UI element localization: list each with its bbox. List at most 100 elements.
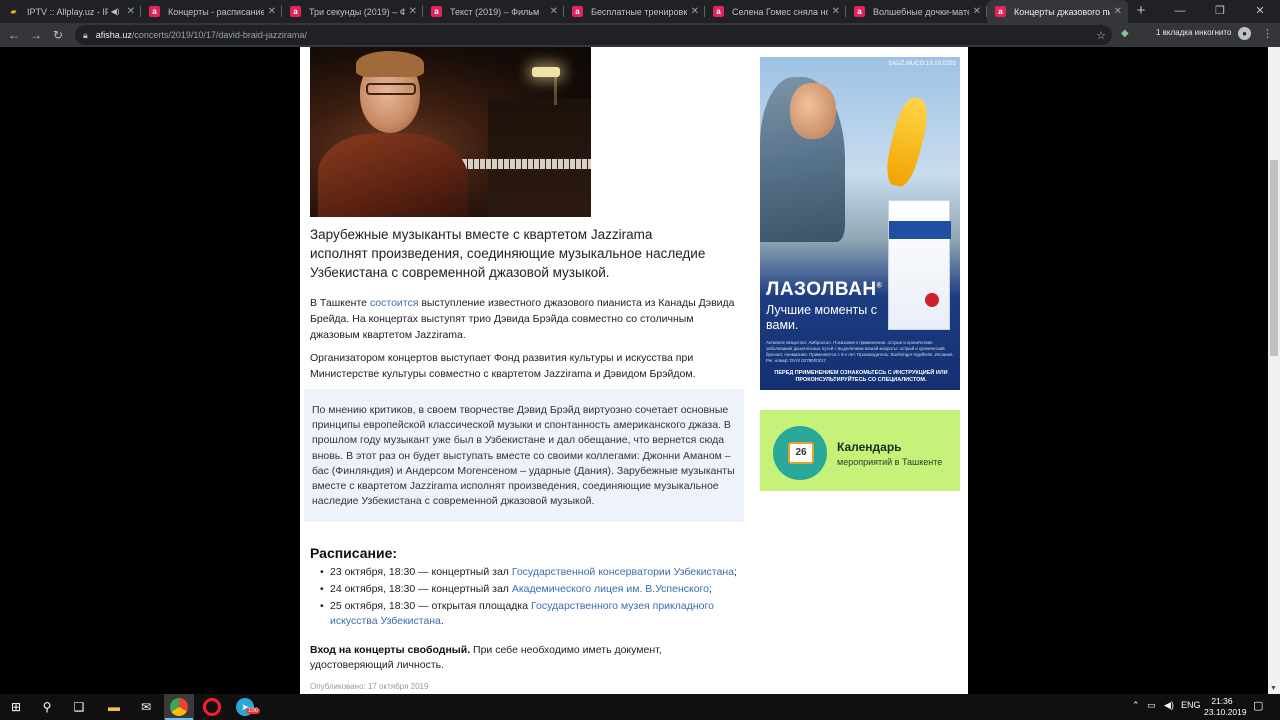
schedule-date: 25 октября, 18:30 — открытая площадка <box>330 600 531 612</box>
afisha-icon: a <box>290 6 301 17</box>
close-icon[interactable]: ✕ <box>409 6 417 17</box>
schedule-date: 23 октября, 18:30 — концертный зал <box>330 566 512 578</box>
afisha-icon: a <box>854 6 865 17</box>
ad-berry-shape <box>925 293 939 307</box>
scrollbar[interactable]: ▼ <box>1268 47 1280 694</box>
schedule-date: 24 октября, 18:30 — концертный зал <box>330 583 512 595</box>
schedule-item: 24 октября, 18:30 — концертный зал Акаде… <box>320 582 740 597</box>
close-icon[interactable]: ✕ <box>550 6 558 17</box>
afisha-icon: a <box>431 6 442 17</box>
afisha-icon: a <box>995 6 1006 17</box>
reload-icon[interactable]: ↻ <box>47 28 69 42</box>
close-icon[interactable]: ✕ <box>1114 6 1122 17</box>
quote-block: По мнению критиков, в своем творчестве Д… <box>304 389 744 522</box>
taskbar: ⊞ ⚲ ❑ ▬ ✉ ➤ 100 ⌃ ▭ ◀) ENG 21:36 23.10.2… <box>0 694 1280 720</box>
clock[interactable]: 21:36 23.10.2019 <box>1204 696 1247 718</box>
ad-box-stripe <box>889 221 951 239</box>
entry-note-bold: Вход на концерты свободный. <box>310 644 471 656</box>
new-tab-button[interactable]: + <box>1128 0 1154 23</box>
minimize-icon[interactable]: — <box>1160 0 1200 23</box>
tab-label: Бесплатные тренировки о <box>591 6 687 17</box>
extension-icon[interactable]: ◆ <box>1121 28 1129 39</box>
browser-tab[interactable]: a Бесплатные тренировки о ✕ <box>564 0 705 23</box>
task-view-icon[interactable]: ❑ <box>70 698 88 716</box>
speaker-icon[interactable]: ◀) <box>111 7 120 16</box>
mail-icon[interactable]: ✉ <box>137 698 155 716</box>
schedule-list: 23 октября, 18:30 — концертный зал Госуд… <box>320 565 740 631</box>
ad-brand: ЛАЗОЛВАН® <box>766 279 883 300</box>
incognito-label[interactable]: 1 вкладка инкогнито <box>1156 28 1231 37</box>
volume-icon[interactable]: ◀) <box>1164 700 1174 711</box>
tab-label: Волшебные дочки-матер <box>873 6 969 17</box>
ad-banner[interactable]: SAUZ.MUCO.19.10.0291 ЛАЗОЛВАН® Лучшие мо… <box>760 57 960 390</box>
restore-icon[interactable]: ❐ <box>1200 0 1240 23</box>
forward-icon[interactable]: → <box>25 28 47 42</box>
calendar-icon: 26 <box>788 442 814 464</box>
article-paragraph: В Ташкенте состоится выступление известн… <box>310 295 742 343</box>
schedule-title: Расписание: <box>310 545 398 561</box>
venue-link[interactable]: Академического лицея им. В.Успенского <box>512 583 709 595</box>
url-path: /concerts/2019/10/17/david-braid-jazzira… <box>131 30 307 40</box>
network-icon[interactable]: ▭ <box>1147 700 1156 711</box>
address-bar[interactable]: 🔒︎ afisha.uz/concerts/2019/10/17/david-b… <box>75 25 1112 45</box>
bookmark-star-icon[interactable]: ☆ <box>1096 29 1106 42</box>
ad-slogan: Лучшие моменты с вами. <box>766 303 877 332</box>
tab-label: Концерты джазового пиан <box>1014 6 1110 17</box>
article-column: Зарубежные музыканты вместе с квартетом … <box>300 47 968 694</box>
browser-tab[interactable]: a Концерты - расписание к ✕ <box>141 0 282 23</box>
article-link[interactable]: состоится <box>370 297 418 309</box>
browser-tab[interactable]: a Текст (2019) – Фильм ✕ <box>423 0 564 23</box>
close-icon[interactable]: ✕ <box>973 6 981 17</box>
menu-icon[interactable]: ⋮ <box>1262 27 1273 40</box>
browser-tab[interactable]: a Селена Гомес сняла новы ✕ <box>705 0 846 23</box>
iptv-icon: ▰ <box>10 7 17 16</box>
lock-icon[interactable]: 🔒︎ <box>83 30 88 41</box>
ad-skater-shape <box>881 94 933 190</box>
telegram-badge: 100 <box>246 708 261 714</box>
scrollbar-thumb[interactable] <box>1270 160 1278 356</box>
lamp-arm-shape <box>554 75 557 105</box>
schedule-punct: ; <box>733 566 737 578</box>
lamp-shape <box>532 67 560 77</box>
opera-icon[interactable] <box>203 698 221 716</box>
search-icon[interactable]: ⚲ <box>38 698 56 716</box>
entry-note: Вход на концерты свободный. При себе нео… <box>310 643 742 673</box>
hair-shape <box>356 51 424 77</box>
window-close-icon[interactable]: ✕ <box>1240 0 1280 23</box>
ad-face-shape <box>790 83 836 139</box>
browser-tab[interactable]: a Три секунды (2019) – Фил ✕ <box>282 0 423 23</box>
close-icon[interactable]: ✕ <box>832 6 840 17</box>
url-host: afisha.uz <box>95 30 132 40</box>
browser-tab-active[interactable]: a Концерты джазового пиан ✕ <box>987 0 1128 23</box>
back-icon[interactable]: ← <box>3 28 25 42</box>
windows-start-icon[interactable]: ⊞ <box>7 698 25 716</box>
ad-product-box <box>888 200 951 330</box>
file-explorer-icon[interactable]: ▬ <box>105 698 123 716</box>
calendar-banner[interactable]: 26 Календарь мероприятий в Ташкенте <box>760 410 960 491</box>
calendar-subtitle: мероприятий в Ташкенте <box>837 457 943 467</box>
language-indicator[interactable]: ENG <box>1181 700 1201 710</box>
clock-date: 23.10.2019 <box>1204 707 1247 717</box>
scroll-down-arrow-icon[interactable]: ▼ <box>1270 685 1277 692</box>
close-icon[interactable]: ✕ <box>268 6 276 17</box>
jacket-shape <box>318 133 468 217</box>
page-viewport: Зарубежные музыканты вместе с квартетом … <box>0 47 1280 694</box>
close-icon[interactable]: ✕ <box>127 6 135 17</box>
ad-warning: ПЕРЕД ПРИМЕНЕНИЕМ ОЗНАКОМЬТЕСЬ С ИНСТРУК… <box>774 370 948 383</box>
afisha-icon: a <box>713 6 724 17</box>
piano-keys-shape <box>450 159 591 169</box>
piano-shape <box>488 99 591 217</box>
chrome-icon[interactable] <box>170 698 188 716</box>
afisha-icon: a <box>149 6 160 17</box>
article-lead: Зарубежные музыканты вместе с квартетом … <box>310 227 706 280</box>
notification-icon[interactable]: ▢ <box>1253 699 1263 712</box>
clock-time: 21:36 <box>1211 696 1233 706</box>
afisha-icon: a <box>572 6 583 17</box>
tray-chevron-icon[interactable]: ⌃ <box>1132 700 1140 711</box>
browser-tab[interactable]: ▰ IPTV :: Allplay.uz - IPTV ◀) ✕ <box>0 0 141 23</box>
browser-tab[interactable]: a Волшебные дочки-матер ✕ <box>846 0 987 23</box>
close-icon[interactable]: ✕ <box>691 6 699 17</box>
tab-label: Текст (2019) – Фильм <box>450 6 540 17</box>
venue-link[interactable]: Государственной консерватории Узбекистан… <box>512 566 734 578</box>
incognito-icon[interactable]: ● <box>1238 27 1251 40</box>
